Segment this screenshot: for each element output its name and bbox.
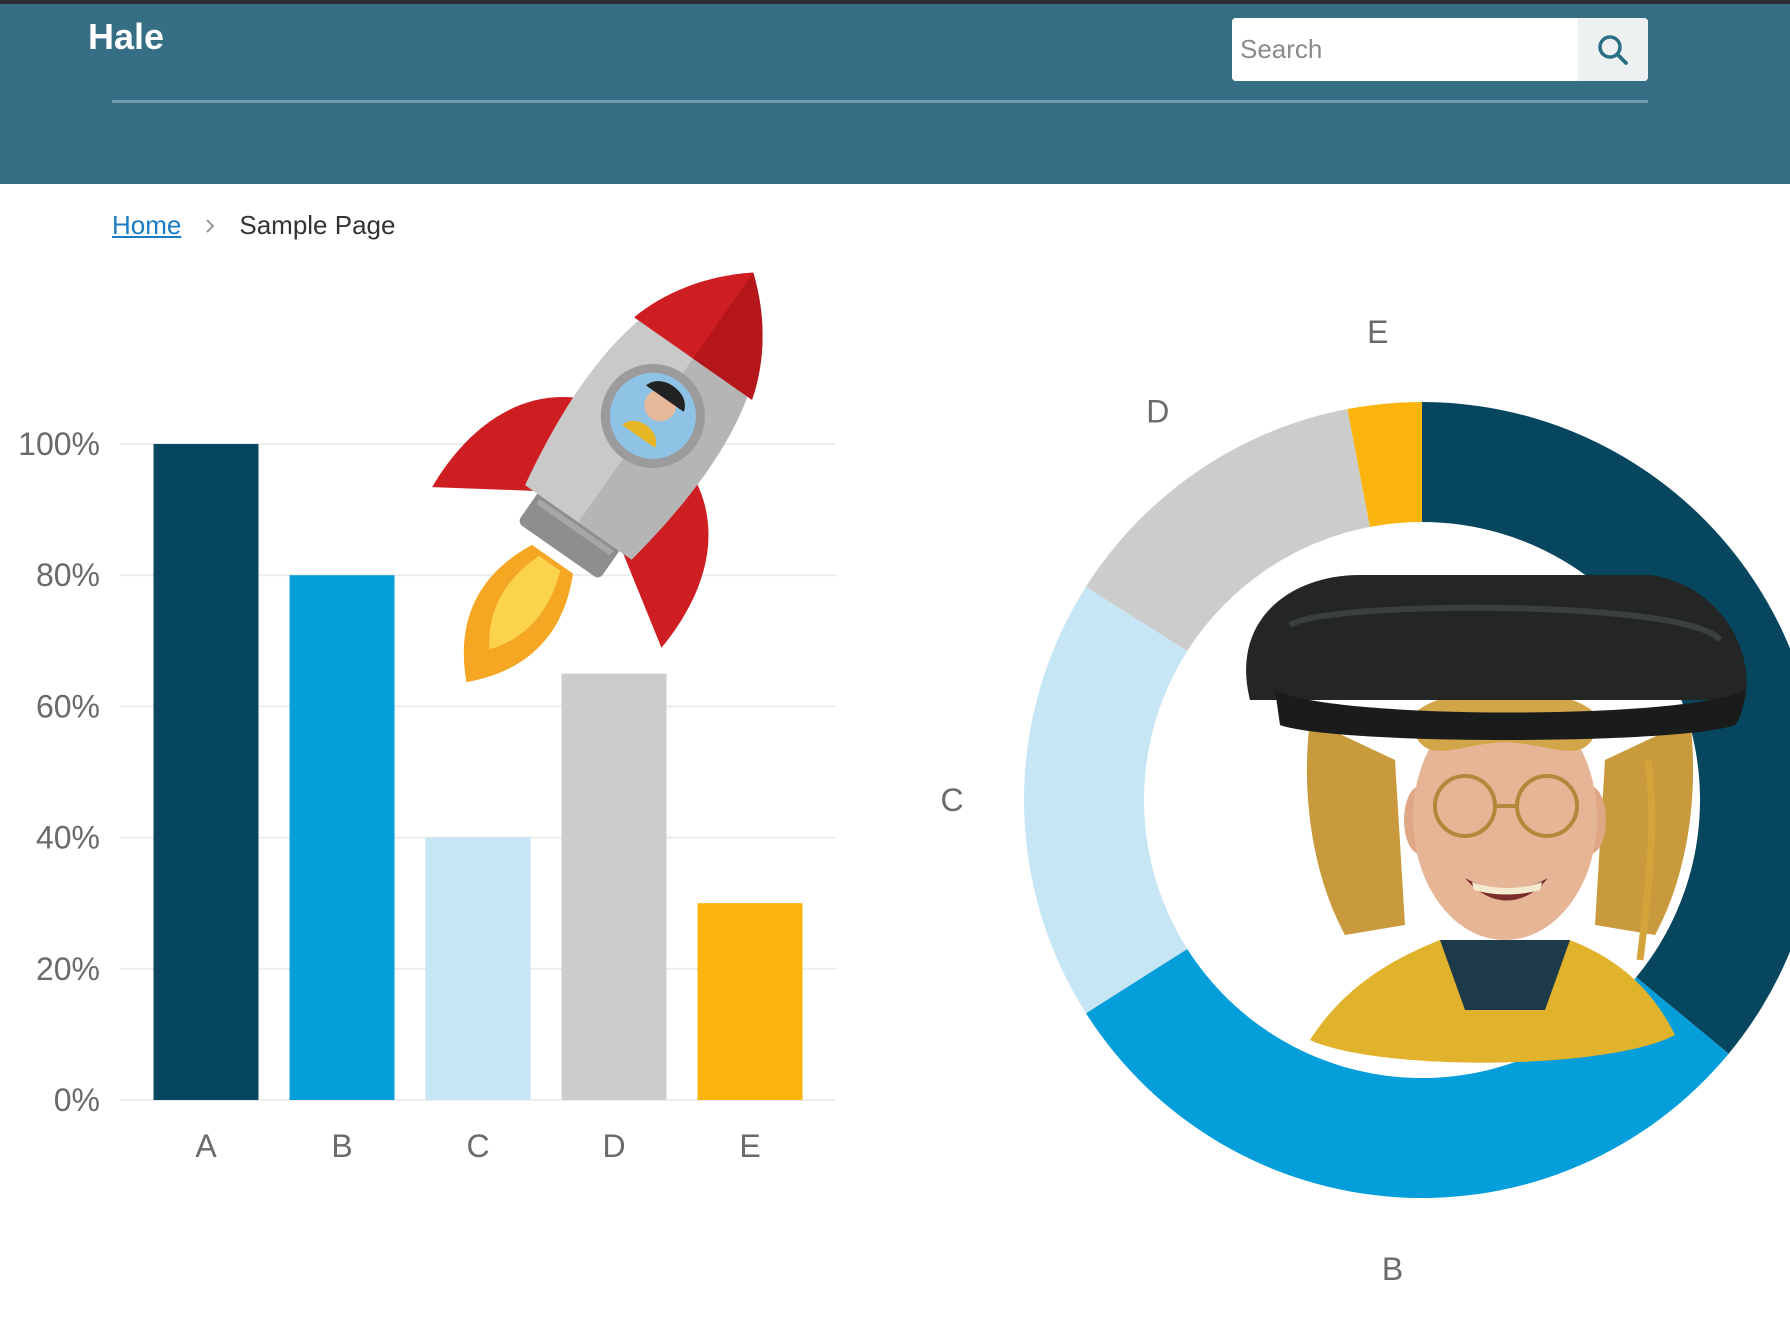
donut-slice-c	[1024, 586, 1188, 1014]
x-tick-label: A	[195, 1128, 217, 1164]
y-tick-label: 40%	[36, 820, 100, 856]
bar-chart: 0% 20% 40% 60% 80% 100% A B C D E	[18, 426, 836, 1164]
x-tick-label: D	[602, 1128, 625, 1164]
x-tick-label: C	[466, 1128, 489, 1164]
bar-e	[697, 903, 803, 1100]
y-tick-label: 0%	[54, 1082, 100, 1118]
x-tick-label: B	[331, 1128, 352, 1164]
bar-a	[153, 444, 259, 1100]
donut-label: D	[1146, 393, 1169, 429]
y-tick-label: 100%	[18, 426, 100, 462]
bar-d	[561, 673, 667, 1100]
donut-label: E	[1367, 314, 1388, 350]
y-tick-label: 60%	[36, 688, 100, 724]
y-tick-label: 20%	[36, 951, 100, 987]
donut-label: B	[1382, 1251, 1403, 1287]
bar-b	[289, 575, 395, 1100]
donut-label: C	[940, 782, 963, 818]
bar-c	[425, 837, 531, 1100]
charts-canvas: 0% 20% 40% 60% 80% 100% A B C D E B C DE	[18, 272, 1790, 1287]
y-tick-label: 80%	[36, 557, 100, 593]
x-tick-label: E	[739, 1128, 760, 1164]
